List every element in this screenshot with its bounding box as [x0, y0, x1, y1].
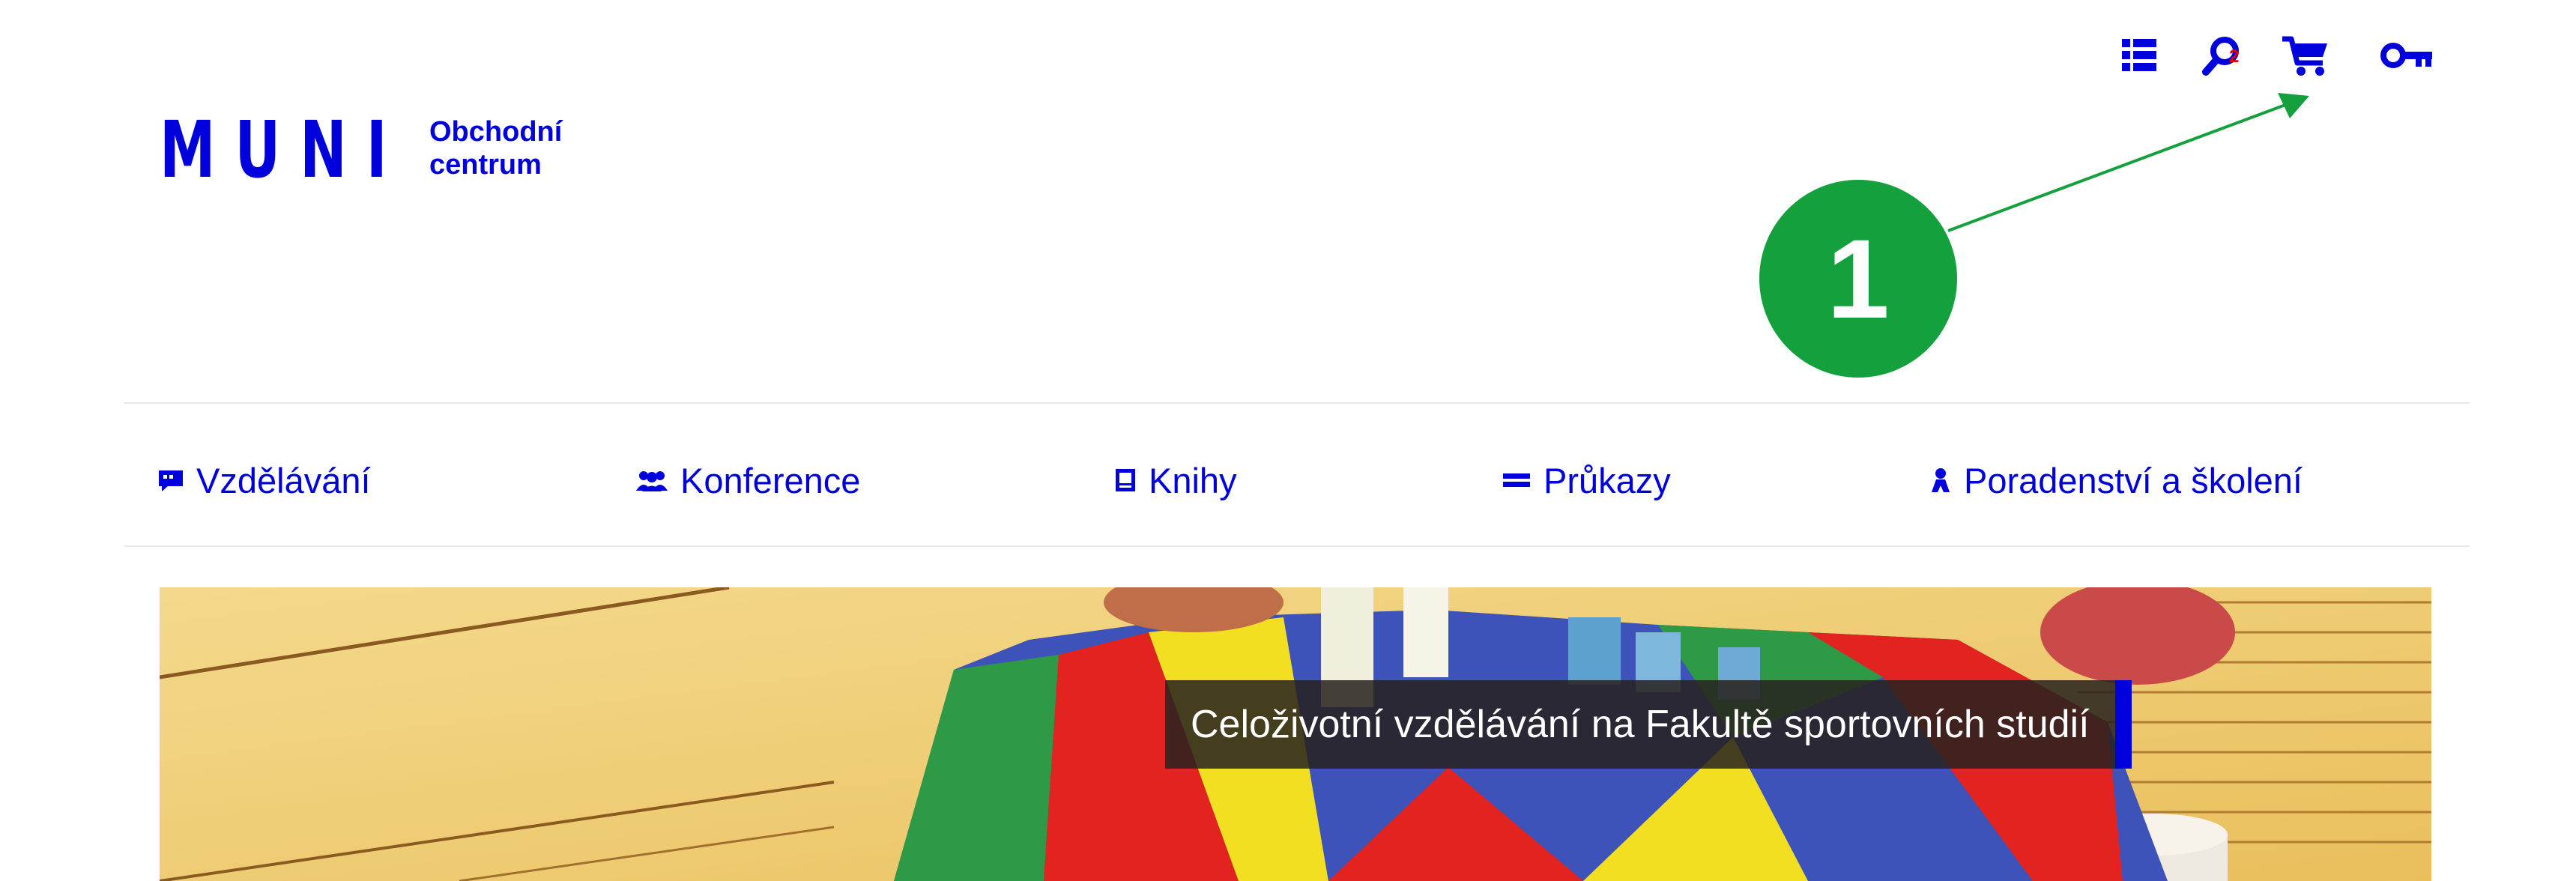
hero-banner[interactable]: Celoživotní vzdělávání na Fakultě sporto… — [160, 587, 2431, 881]
annotation-badge: 1 — [1759, 180, 1957, 378]
nav-item-knihy[interactable]: Knihy — [1114, 452, 1237, 508]
nav-item-label: Knihy — [1149, 460, 1237, 500]
header-icon-bar — [2120, 33, 2435, 78]
logo-subtitle: Obchodní centrum — [429, 115, 562, 181]
cart-count-badge: 2 — [2229, 46, 2240, 67]
logo-subtitle-line1: Obchodní — [429, 116, 563, 148]
nav-item-label: Poradenství a školení — [1964, 460, 2303, 500]
card-icon — [1503, 473, 1530, 487]
nav-item-prukazy[interactable]: Průkazy — [1502, 452, 1671, 508]
nav-item-label: Vzdělávání — [196, 460, 371, 500]
key-icon[interactable] — [2380, 33, 2435, 78]
users-icon — [636, 471, 668, 491]
nav-item-konference[interactable]: Konference — [635, 452, 860, 508]
hero-caption: Celoživotní vzdělávání na Fakultě sporto… — [1165, 680, 2132, 769]
list-icon[interactable] — [2120, 33, 2158, 78]
main-nav: Vzdělávání Konference Knihy Průkazy Pora… — [0, 452, 2576, 508]
page: MUNI Obchodní centrum 2 1 Vzdělávání Kon… — [0, 0, 2576, 881]
logo-subtitle-line2: centrum — [429, 149, 542, 181]
nav-top-divider — [124, 402, 2470, 404]
nav-item-label: Průkazy — [1544, 460, 1671, 500]
logo-muni-text: MUNI — [160, 104, 407, 196]
person-icon — [1932, 468, 1950, 492]
nav-item-label: Konference — [680, 460, 861, 500]
nav-bottom-divider — [124, 545, 2470, 547]
comment-icon — [159, 470, 183, 491]
book-icon — [1116, 469, 1135, 491]
cart-icon[interactable] — [2281, 33, 2333, 78]
site-logo[interactable]: MUNI Obchodní centrum — [160, 104, 562, 196]
nav-item-vzdelavani[interactable]: Vzdělávání — [157, 452, 371, 508]
nav-item-poradenstvi[interactable]: Poradenství a školení — [1929, 452, 2303, 508]
